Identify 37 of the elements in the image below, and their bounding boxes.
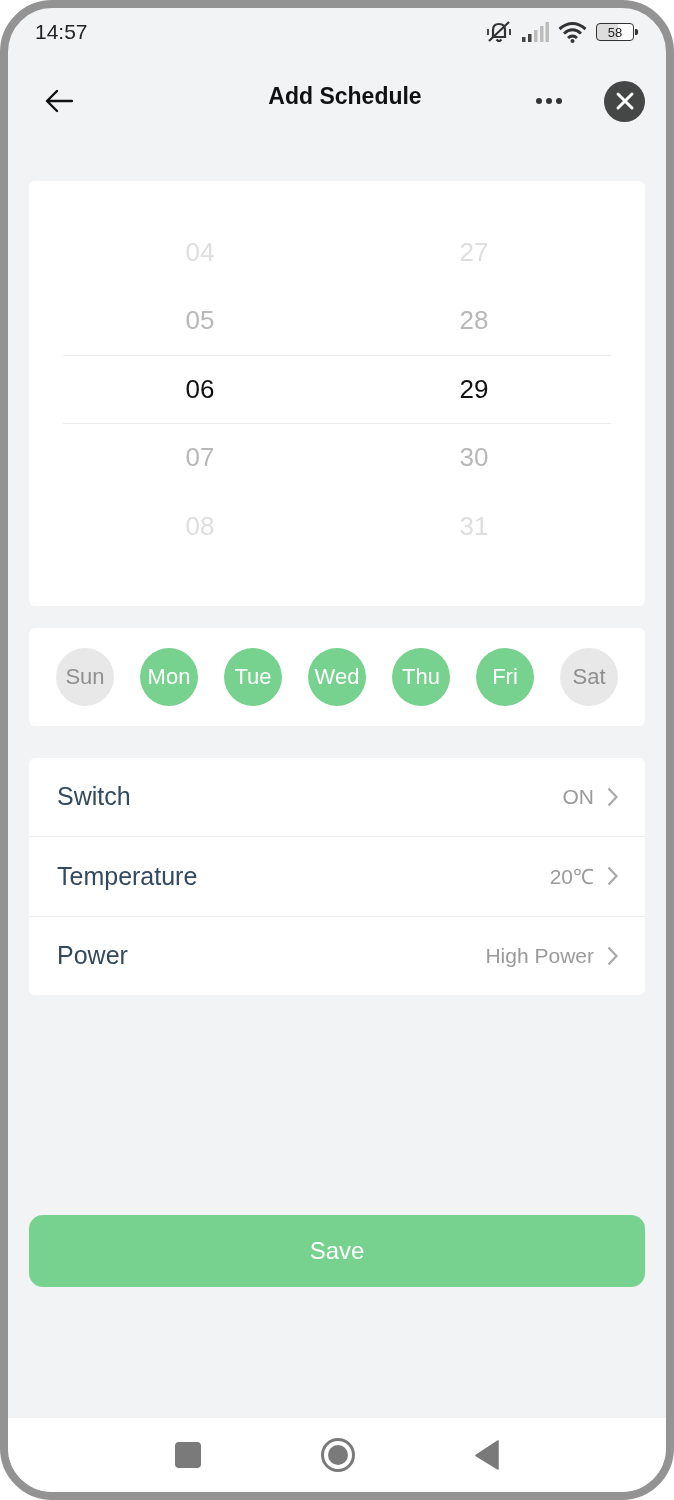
- home-icon[interactable]: [321, 1438, 355, 1472]
- day-toggle[interactable]: Sat: [560, 647, 618, 706]
- day-toggle[interactable]: Tue: [224, 647, 282, 706]
- setting-row[interactable]: Power High Power: [29, 915, 645, 995]
- close-icon: [614, 91, 635, 111]
- more-icon[interactable]: [536, 98, 562, 104]
- day-toggle[interactable]: Fri: [476, 647, 534, 706]
- wheel-option[interactable]: 29: [337, 355, 611, 424]
- wheel-option[interactable]: 05: [63, 286, 337, 355]
- close-button[interactable]: [604, 80, 645, 122]
- setting-row[interactable]: Temperature 20℃: [29, 836, 645, 916]
- wheel-option[interactable]: 28: [337, 286, 611, 355]
- setting-label: Temperature: [57, 861, 199, 891]
- setting-row[interactable]: Switch ON: [29, 757, 645, 836]
- chevron-right-icon: [607, 945, 618, 966]
- day-toggle[interactable]: Wed: [308, 647, 366, 706]
- day-toggle[interactable]: Mon: [140, 647, 198, 706]
- setting-label: Switch: [57, 782, 132, 812]
- wheel-option[interactable]: 07: [63, 423, 337, 492]
- save-button[interactable]: Save: [29, 1215, 645, 1287]
- setting-value: 20℃: [549, 864, 594, 891]
- chevron-right-icon: [607, 786, 618, 807]
- muted-bell-icon: [486, 20, 512, 44]
- page-title: Add Schedule: [268, 83, 422, 110]
- wifi-icon: [558, 21, 587, 43]
- status-time: 14:57: [35, 20, 88, 44]
- chevron-right-icon: [607, 866, 618, 887]
- setting-value: High Power: [485, 943, 594, 968]
- setting-value: ON: [562, 784, 594, 809]
- signal-icon: [521, 22, 549, 42]
- setting-label: Power: [57, 941, 129, 971]
- back-triangle-icon[interactable]: [475, 1440, 499, 1470]
- day-toggle[interactable]: Thu: [392, 647, 450, 706]
- wheel-option[interactable]: 06: [63, 355, 337, 424]
- back-arrow-icon[interactable]: [45, 89, 73, 113]
- wheel-option[interactable]: 30: [337, 423, 611, 492]
- day-toggle[interactable]: Sun: [56, 647, 114, 706]
